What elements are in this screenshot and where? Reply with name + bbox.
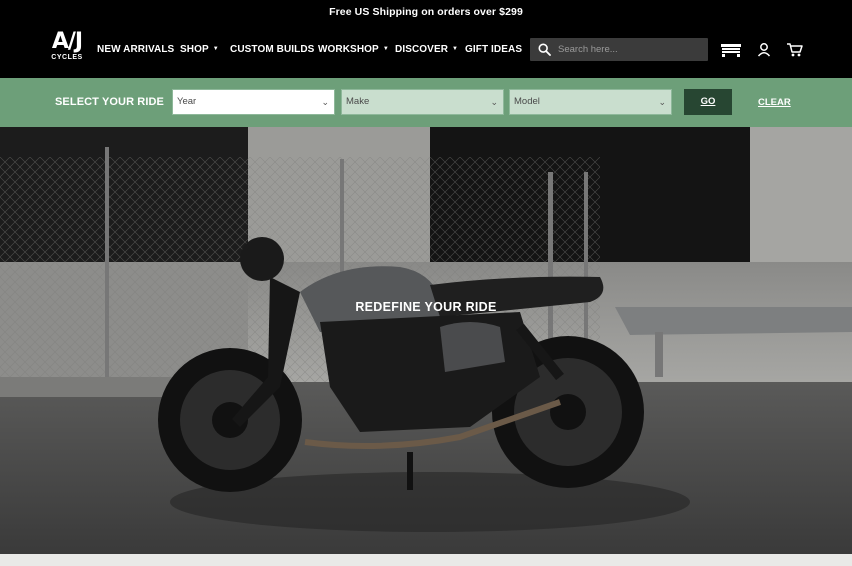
page-divider [0,554,852,566]
make-select[interactable]: Make ⌄ [341,89,504,115]
garage-icon[interactable] [720,41,742,58]
hero-headline: REDEFINE YOUR RIDE [355,300,497,314]
nav-gift-ideas[interactable]: GIFT IDEAS [465,44,522,55]
make-select-value: Make [346,96,370,107]
logo-mark: A/J [51,29,83,54]
chevron-down-icon: ⌄ [321,97,329,107]
clear-link[interactable]: CLEAR [758,97,791,108]
model-select[interactable]: Model ⌄ [509,89,672,115]
logo-subtitle: CYCLES [51,54,83,61]
year-select-value: Year [177,96,197,107]
site-logo[interactable]: A/J CYCLES [50,31,84,71]
caret-down-icon: ▼ [382,46,389,52]
chevron-down-icon: ⌄ [658,97,666,107]
nav-discover[interactable]: DISCOVER ▼ [395,44,458,55]
hero-motorcycle-image [0,127,852,554]
model-select-value: Model [514,96,540,107]
nav-custom-builds[interactable]: CUSTOM BUILDS [230,44,314,55]
caret-down-icon: ▼ [212,46,219,52]
search-input[interactable] [558,41,703,58]
chevron-down-icon: ⌄ [490,97,498,107]
caret-down-icon: ▼ [452,46,459,52]
hero-banner[interactable]: REDEFINE YOUR RIDE [0,127,852,554]
announcement-bar: Free US Shipping on orders over $299 [329,6,523,18]
ride-selector-label: SELECT YOUR RIDE [55,96,164,108]
cart-icon[interactable] [786,41,804,58]
nav-shop[interactable]: SHOP ▼ [180,44,219,55]
year-select[interactable]: Year ⌄ [172,89,335,115]
search-bar[interactable] [530,38,708,61]
go-button[interactable]: GO [684,89,732,115]
search-icon[interactable] [538,43,551,56]
nav-workshop[interactable]: WORKSHOP ▼ [318,44,389,55]
account-icon[interactable] [757,41,771,58]
nav-new-arrivals[interactable]: NEW ARRIVALS [97,44,174,55]
